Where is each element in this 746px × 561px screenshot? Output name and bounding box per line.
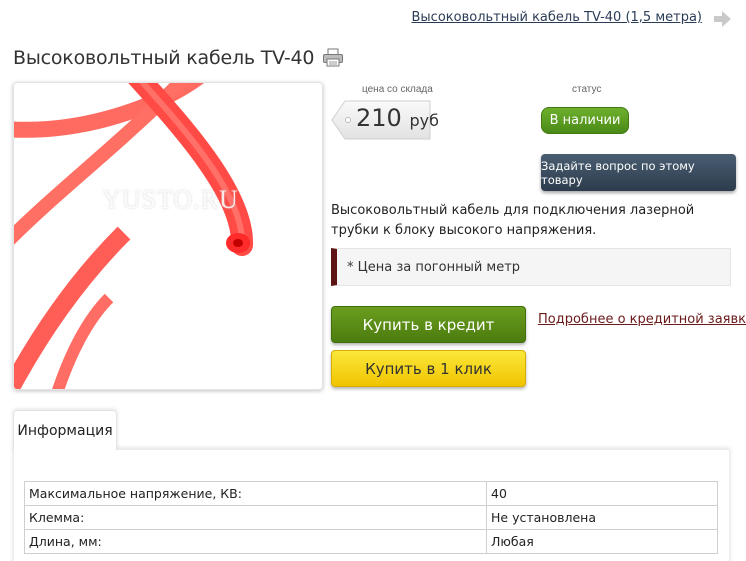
photo-watermark: YUSTO.RU xyxy=(102,185,239,214)
spec-name: Максимальное напряжение, КВ: xyxy=(24,481,487,506)
title-row: Высоковольтный кабель TV-40 xyxy=(13,44,344,72)
tab-connector xyxy=(14,446,116,452)
table-row: Длина, мм: Любая xyxy=(24,529,718,554)
price-currency: руб xyxy=(409,111,439,130)
status-caption: статус xyxy=(572,84,602,95)
next-product-link[interactable]: Высоковольтный кабель TV-40 (1,5 метра) xyxy=(411,10,702,25)
table-row: Максимальное напряжение, КВ: 40 xyxy=(24,481,718,506)
cable-image xyxy=(14,83,322,389)
table-row: Клемма: Не установлена xyxy=(24,505,718,530)
product-photo[interactable]: YUSTO.RU xyxy=(13,82,323,390)
tab-information[interactable]: Информация xyxy=(13,410,117,450)
credit-info-link[interactable]: Подробнее о кредитной заявке xyxy=(538,312,746,327)
arrow-right-icon[interactable] xyxy=(712,10,732,28)
price-note: * Цена за погонный метр xyxy=(331,248,731,286)
product-description: Высоковольтный кабель для подключения ла… xyxy=(331,203,695,238)
specs-table: Максимальное напряжение, КВ: 40 Клемма: … xyxy=(24,481,718,554)
spec-value: 40 xyxy=(486,481,718,506)
printer-icon[interactable] xyxy=(322,48,344,68)
spec-value: Любая xyxy=(486,529,718,554)
spec-name: Клемма: xyxy=(24,505,487,530)
buy-credit-button[interactable]: Купить в кредит xyxy=(331,306,526,343)
status-badge: В наличии xyxy=(541,107,629,134)
price-value: 210 руб xyxy=(356,104,439,132)
spec-value: Не установлена xyxy=(486,505,718,530)
price-amount: 210 xyxy=(356,104,402,132)
buy-one-click-button[interactable]: Купить в 1 клик xyxy=(331,350,526,387)
spec-name: Длина, мм: xyxy=(24,529,487,554)
page-title: Высоковольтный кабель TV-40 xyxy=(13,47,315,69)
ask-question-button[interactable]: Задайте вопрос по этому товару xyxy=(541,154,736,191)
price-caption: цена со склада xyxy=(362,84,433,95)
